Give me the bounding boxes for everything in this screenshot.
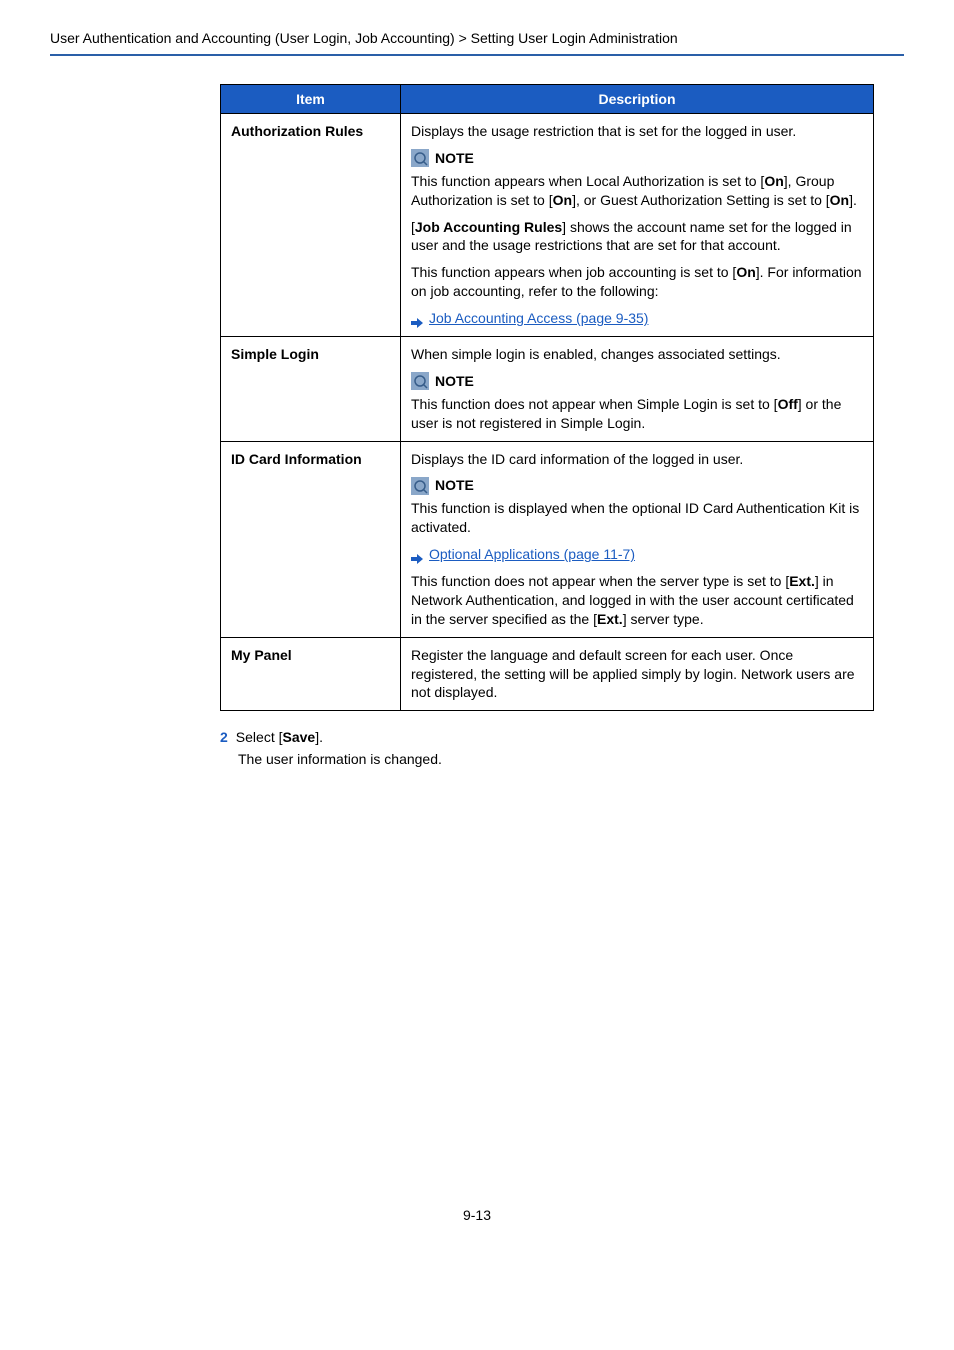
- desc-text: Displays the ID card information of the …: [411, 450, 863, 469]
- note-header: NOTE: [411, 476, 863, 495]
- description-cell: Register the language and default screen…: [401, 637, 874, 711]
- table-row: My Panel Register the language and defau…: [221, 637, 874, 711]
- table-row: Authorization Rules Displays the usage r…: [221, 114, 874, 337]
- note-label: NOTE: [435, 476, 474, 495]
- item-cell: Simple Login: [221, 337, 401, 442]
- note-header: NOTE: [411, 372, 863, 391]
- header-divider: [50, 54, 904, 56]
- job-accounting-link[interactable]: Job Accounting Access (page 9-35): [429, 309, 648, 328]
- step-row: 2 Select [Save].: [220, 729, 874, 745]
- table-row: ID Card Information Displays the ID card…: [221, 441, 874, 637]
- description-cell: Displays the usage restriction that is s…: [401, 114, 874, 337]
- desc-text: This function is displayed when the opti…: [411, 499, 863, 537]
- desc-text: This function does not appear when Simpl…: [411, 395, 863, 433]
- desc-text: Displays the usage restriction that is s…: [411, 122, 863, 141]
- desc-text: When simple login is enabled, changes as…: [411, 345, 863, 364]
- note-icon: [411, 149, 429, 167]
- step-text: Select [Save].: [236, 729, 323, 745]
- desc-text: This function appears when Local Authori…: [411, 172, 863, 210]
- note-header: NOTE: [411, 149, 863, 168]
- link-row: Job Accounting Access (page 9-35): [411, 309, 863, 328]
- desc-text: Register the language and default screen…: [411, 646, 863, 703]
- note-label: NOTE: [435, 149, 474, 168]
- table-row: Simple Login When simple login is enable…: [221, 337, 874, 442]
- description-cell: Displays the ID card information of the …: [401, 441, 874, 637]
- page-number: 9-13: [50, 1207, 904, 1223]
- item-cell: My Panel: [221, 637, 401, 711]
- step-number: 2: [220, 729, 228, 745]
- header-description: Description: [401, 85, 874, 114]
- followup-text: The user information is changed.: [238, 751, 874, 767]
- note-icon: [411, 372, 429, 390]
- link-row: Optional Applications (page 11-7): [411, 545, 863, 564]
- note-label: NOTE: [435, 372, 474, 391]
- header-item: Item: [221, 85, 401, 114]
- description-cell: When simple login is enabled, changes as…: [401, 337, 874, 442]
- item-cell: ID Card Information: [221, 441, 401, 637]
- note-icon: [411, 477, 429, 495]
- desc-text: This function appears when job accountin…: [411, 263, 863, 301]
- optional-applications-link[interactable]: Optional Applications (page 11-7): [429, 545, 635, 564]
- arrow-right-icon: [411, 314, 423, 324]
- desc-text: [Job Accounting Rules] shows the account…: [411, 218, 863, 256]
- breadcrumb: User Authentication and Accounting (User…: [50, 30, 904, 54]
- arrow-right-icon: [411, 550, 423, 560]
- settings-table: Item Description Authorization Rules Dis…: [220, 84, 874, 711]
- item-cell: Authorization Rules: [221, 114, 401, 337]
- desc-text: This function does not appear when the s…: [411, 572, 863, 629]
